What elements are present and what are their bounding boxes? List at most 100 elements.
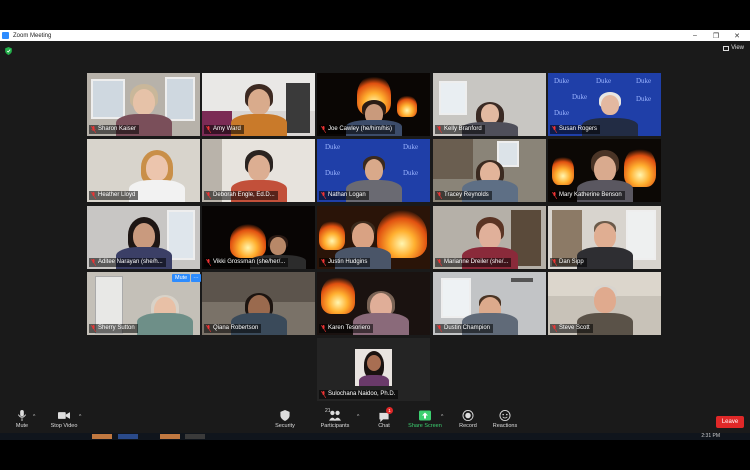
shield-icon[interactable] bbox=[5, 47, 12, 55]
fireplace-background bbox=[552, 155, 574, 185]
muted-mic-icon bbox=[206, 259, 211, 266]
meeting-controls: Mute ^ Stop Video ^ Security 21 Particip… bbox=[0, 407, 750, 433]
background-ceiling-fan bbox=[511, 278, 533, 282]
muted-mic-icon bbox=[437, 126, 442, 133]
record-icon bbox=[462, 410, 474, 421]
outer-black-top bbox=[0, 0, 750, 30]
participant-video bbox=[135, 283, 195, 335]
video-tile-dustin-champion[interactable]: Dustin Champion bbox=[433, 272, 546, 335]
chat-unread-badge: 1 bbox=[386, 407, 393, 414]
participant-name: Aditee Narayan (she/h... bbox=[89, 258, 166, 267]
video-tile-karen-tesoriero[interactable]: Karen Tesoriero bbox=[317, 272, 430, 335]
taskbar-app-icon[interactable] bbox=[92, 434, 112, 439]
participant-name: Justin Hudgins bbox=[319, 258, 371, 267]
tile-hover-menu: Mute ··· bbox=[172, 274, 201, 282]
participant-name: Marianne Dreiler (she/... bbox=[435, 258, 512, 267]
smiley-icon bbox=[499, 410, 511, 421]
video-tile-steve-scott[interactable]: Steve Scott bbox=[548, 272, 661, 335]
tile-mute-button[interactable]: Mute bbox=[172, 274, 191, 282]
video-tile-justin-hudgins[interactable]: Justin Hudgins bbox=[317, 206, 430, 269]
security-button[interactable]: Security bbox=[263, 410, 307, 429]
video-tile-dan-sipp[interactable]: Dan Sipp bbox=[548, 206, 661, 269]
leave-button[interactable]: Leave bbox=[716, 416, 744, 428]
participants-count: 21 bbox=[325, 408, 331, 414]
participant-name: Mary Katherine Benson bbox=[550, 191, 625, 200]
muted-mic-icon bbox=[437, 325, 442, 332]
video-options-caret[interactable]: ^ bbox=[79, 414, 81, 420]
reactions-button[interactable]: Reactions bbox=[483, 410, 527, 429]
video-tile-kelly-branford[interactable]: Kelly Branford bbox=[433, 73, 546, 136]
video-tile-sulochana-naidoo[interactable]: Sulochana Naidoo, Ph.D. bbox=[317, 338, 430, 401]
participant-name: Heather Lloyd bbox=[89, 191, 139, 200]
share-screen-icon bbox=[419, 410, 431, 421]
muted-mic-icon bbox=[552, 192, 557, 199]
muted-mic-icon bbox=[206, 325, 211, 332]
muted-mic-icon bbox=[91, 126, 96, 133]
participants-options-caret[interactable]: ^ bbox=[357, 414, 359, 420]
share-options-caret[interactable]: ^ bbox=[441, 414, 443, 420]
muted-mic-icon bbox=[321, 259, 326, 266]
video-tile-amy-ward[interactable]: Amy Ward bbox=[202, 73, 315, 136]
participant-name: Susan Rogers bbox=[550, 125, 601, 134]
participant-name: Deborah Engle, Ed.D... bbox=[204, 191, 278, 200]
participant-name: Tracey Reynolds bbox=[435, 191, 492, 200]
video-camera-icon bbox=[58, 412, 70, 419]
chat-button[interactable]: 1 Chat bbox=[362, 407, 406, 429]
muted-mic-icon bbox=[437, 192, 442, 199]
chat-bubble-icon: 1 bbox=[378, 407, 393, 423]
view-button[interactable]: View bbox=[723, 45, 744, 51]
video-tile-mary-katherine-benson[interactable]: Mary Katherine Benson bbox=[548, 139, 661, 202]
video-tile-marianne-dreiler[interactable]: Marianne Dreiler (she/... bbox=[433, 206, 546, 269]
outer-black-bottom bbox=[0, 440, 750, 470]
audio-options-caret[interactable]: ^ bbox=[33, 414, 35, 420]
video-tile-qiana-robertson[interactable]: Qiana Robertson bbox=[202, 272, 315, 335]
taskbar-app-icon[interactable] bbox=[160, 434, 180, 439]
taskbar-clock: 2:31 PM bbox=[701, 433, 720, 439]
muted-mic-icon bbox=[91, 325, 96, 332]
video-tile-heather-lloyd[interactable]: Heather Lloyd bbox=[87, 139, 200, 202]
participant-name: Sharon Kaiser bbox=[89, 125, 140, 134]
participant-name: Nathan Logan bbox=[319, 191, 369, 200]
meeting-window: View Sharon Kaiser Amy Ward Joe Cawley (… bbox=[0, 41, 750, 433]
muted-mic-icon bbox=[91, 192, 96, 199]
minimize-button[interactable]: – bbox=[685, 30, 705, 41]
participants-button[interactable]: 21 Participants bbox=[313, 408, 357, 429]
background-shelf bbox=[286, 83, 310, 133]
muted-mic-icon bbox=[552, 325, 557, 332]
taskbar-app-icon[interactable] bbox=[185, 434, 205, 439]
window-title: Zoom Meeting bbox=[13, 32, 52, 39]
muted-mic-icon bbox=[321, 192, 326, 199]
video-tile-tracey-reynolds[interactable]: Tracey Reynolds bbox=[433, 139, 546, 202]
participant-name: Joe Cawley (he/him/his) bbox=[319, 125, 396, 134]
muted-mic-icon bbox=[552, 126, 557, 133]
taskbar-app-icon[interactable] bbox=[118, 434, 138, 439]
muted-mic-icon bbox=[321, 325, 326, 332]
shield-icon bbox=[280, 410, 290, 421]
participant-name: Amy Ward bbox=[204, 125, 244, 134]
video-tile-nathan-logan[interactable]: Duke Duke Duke Duke Duke Nathan Logan bbox=[317, 139, 430, 202]
video-tile-joe-cawley[interactable]: Joe Cawley (he/him/his) bbox=[317, 73, 430, 136]
profile-picture bbox=[355, 349, 392, 386]
muted-mic-icon bbox=[206, 192, 211, 199]
participant-name: Sulochana Naidoo, Ph.D. bbox=[319, 390, 399, 399]
participant-name: Dustin Champion bbox=[435, 324, 494, 333]
muted-mic-icon bbox=[91, 259, 96, 266]
video-tile-vikki-grossman[interactable]: Vikki Grossman (she/her/... bbox=[202, 206, 315, 269]
fireplace-background bbox=[321, 276, 355, 314]
video-tile-deborah-engle[interactable]: Deborah Engle, Ed.D... bbox=[202, 139, 315, 202]
mute-button[interactable]: Mute bbox=[0, 410, 44, 429]
tile-more-button[interactable]: ··· bbox=[191, 274, 201, 282]
muted-mic-icon bbox=[321, 126, 326, 133]
close-window-button[interactable]: ✕ bbox=[727, 30, 747, 41]
participant-name: Sherry Sutton bbox=[89, 324, 138, 333]
muted-mic-icon bbox=[321, 391, 326, 398]
video-tile-sharon-kaiser[interactable]: Sharon Kaiser bbox=[87, 73, 200, 136]
window-titlebar: Zoom Meeting – ❐ ✕ bbox=[0, 30, 750, 41]
microphone-icon bbox=[17, 410, 27, 421]
video-tile-susan-rogers[interactable]: Duke Duke Duke Duke Duke Duke Susan Roge… bbox=[548, 73, 661, 136]
participant-name: Karen Tesoriero bbox=[319, 324, 374, 333]
video-tile-aditee-narayan[interactable]: Aditee Narayan (she/h... bbox=[87, 206, 200, 269]
os-taskbar: 2:31 PM bbox=[0, 433, 750, 440]
grid-view-icon bbox=[723, 45, 730, 51]
restore-button[interactable]: ❐ bbox=[706, 30, 726, 41]
